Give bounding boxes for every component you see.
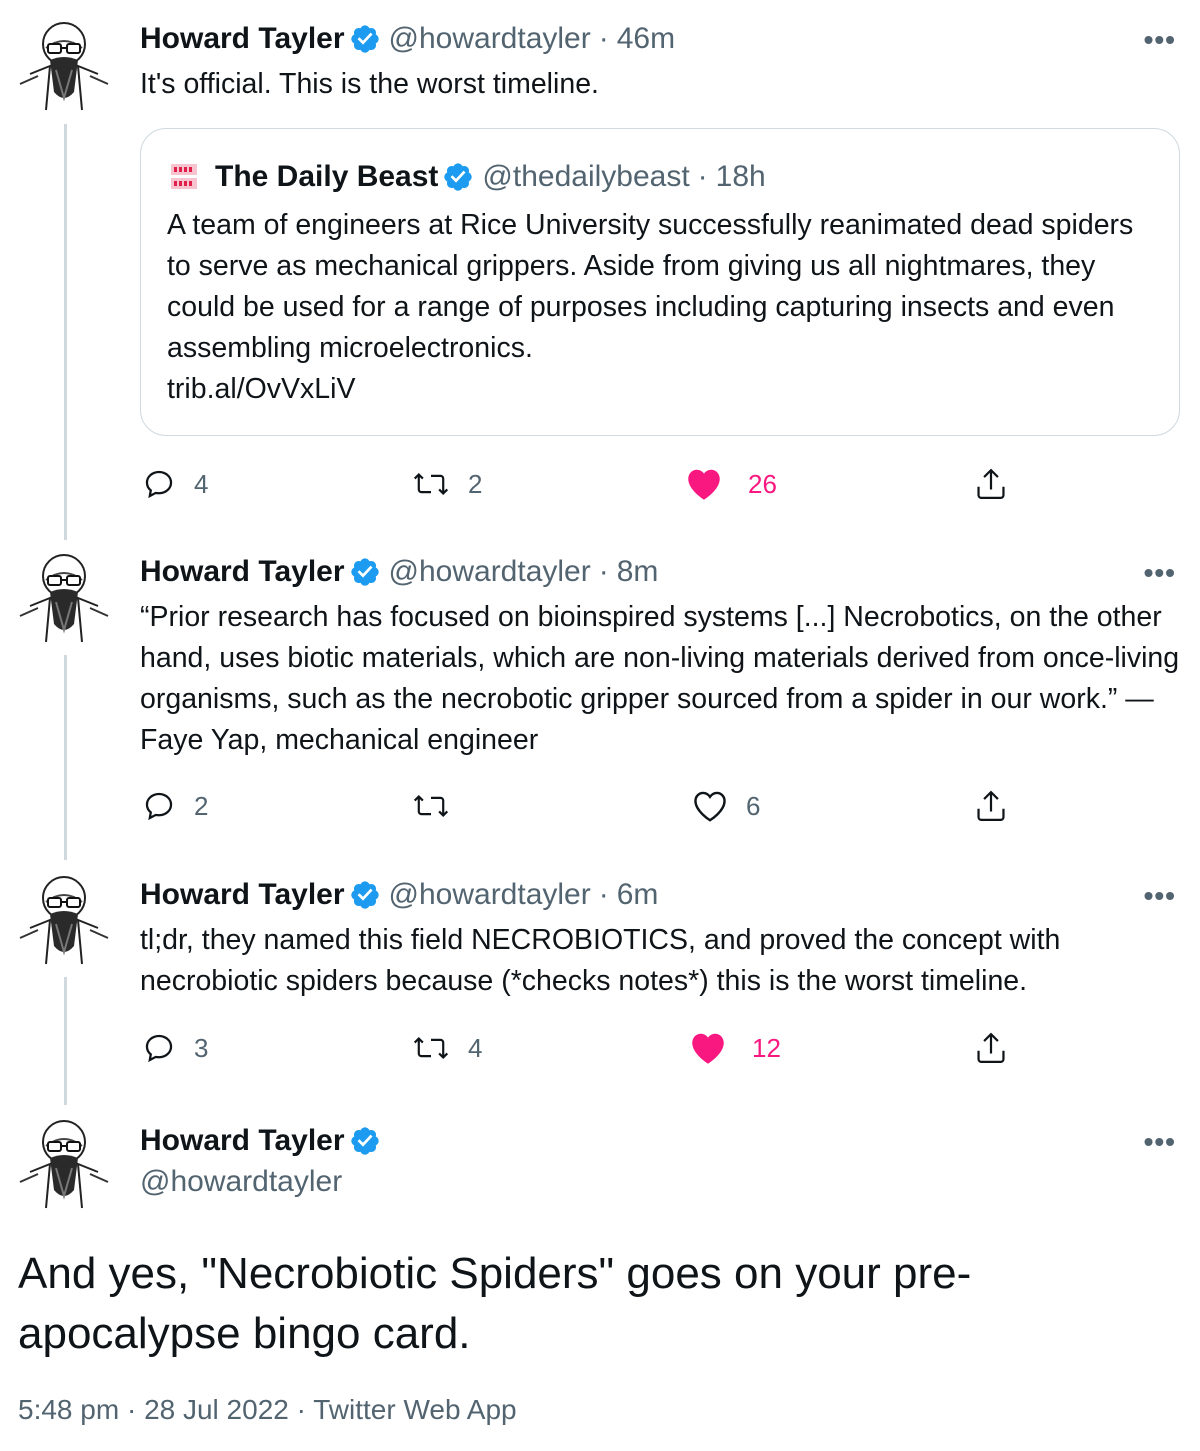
share-button[interactable] xyxy=(974,784,1008,828)
retweet-button[interactable]: 2 xyxy=(412,462,482,506)
retweet-button[interactable]: 4 xyxy=(412,1026,482,1070)
tweet-text: tl;dr, they named this field NECROBIOTIC… xyxy=(140,924,1061,997)
share-button[interactable] xyxy=(974,1026,1008,1070)
quote-link[interactable]: trib.al/OvVxLiV xyxy=(167,373,355,405)
separator: · xyxy=(296,1394,306,1425)
separator: · xyxy=(598,22,609,55)
reply-count: 2 xyxy=(194,790,209,821)
reply-icon xyxy=(145,1034,173,1063)
handle[interactable]: @howardtayler xyxy=(140,1165,342,1199)
separator: · xyxy=(697,160,708,193)
verified-badge-icon xyxy=(349,23,381,55)
timestamp[interactable]: 8m xyxy=(617,555,659,589)
share-icon xyxy=(977,468,1005,499)
daily-beast-logo xyxy=(167,160,201,194)
heart-icon xyxy=(694,791,726,822)
tweet-header: Howard Tayler @howardtayler · 8m xyxy=(140,554,658,590)
handle[interactable]: @howardtayler xyxy=(389,22,591,56)
quote-body: A team of engineers at Rice University s… xyxy=(167,209,1134,364)
like-count: 26 xyxy=(748,468,777,499)
separator: · xyxy=(598,878,609,911)
verified-badge-icon xyxy=(349,556,381,588)
tweet-header: Howard Tayler @howardtayler · 46m xyxy=(140,21,675,57)
reply-count: 4 xyxy=(194,468,209,499)
quoted-tweet[interactable]: The Daily Beast @thedailybeast · 18h A t… xyxy=(140,128,1180,436)
quote-handle[interactable]: @thedailybeast xyxy=(482,160,689,194)
reply-icon xyxy=(145,470,173,499)
like-button[interactable]: 12 xyxy=(690,1026,781,1070)
timestamp[interactable]: 46m xyxy=(617,22,675,56)
tweet-actions: 2 6 xyxy=(140,784,1040,828)
display-name[interactable]: Howard Tayler xyxy=(140,1124,345,1158)
more-icon[interactable]: ••• xyxy=(1144,24,1176,56)
heart-icon xyxy=(688,469,720,500)
like-count: 12 xyxy=(752,1032,781,1063)
main-tweet-text: And yes, "Necrobiotic Spiders" goes on y… xyxy=(18,1249,972,1358)
tweet-actions: 3 4 12 xyxy=(140,1026,1040,1070)
like-button[interactable]: 26 xyxy=(686,462,777,506)
avatar[interactable] xyxy=(16,868,112,968)
tweet-time[interactable]: 5:48 pm xyxy=(18,1394,119,1425)
verified-badge-icon xyxy=(349,879,381,911)
more-icon[interactable]: ••• xyxy=(1144,1126,1176,1158)
thread-line xyxy=(64,977,67,1105)
avatar[interactable] xyxy=(16,546,112,646)
like-button[interactable]: 6 xyxy=(692,784,760,828)
avatar[interactable] xyxy=(16,14,112,114)
main-tweet-header: Howard Tayler xyxy=(140,1123,389,1159)
retweet-icon xyxy=(413,472,449,496)
quote-display-name[interactable]: The Daily Beast xyxy=(215,160,438,194)
reply-button[interactable]: 4 xyxy=(142,462,208,506)
reply-button[interactable]: 2 xyxy=(142,784,208,828)
like-count: 6 xyxy=(746,790,761,821)
display-name[interactable]: Howard Tayler xyxy=(140,22,345,56)
separator: · xyxy=(598,555,609,588)
reply-icon xyxy=(145,792,173,821)
retweet-count: 2 xyxy=(468,468,483,499)
reply-button[interactable]: 3 xyxy=(142,1026,208,1070)
tweet-metadata: 5:48 pm · 28 Jul 2022 · Twitter Web App xyxy=(18,1394,517,1426)
heart-icon xyxy=(692,1033,724,1064)
thread-line xyxy=(64,655,67,860)
quote-text: A team of engineers at Rice University s… xyxy=(167,205,1157,410)
more-icon[interactable]: ••• xyxy=(1144,557,1176,589)
tweet-header: Howard Tayler @howardtayler · 6m xyxy=(140,877,658,913)
verified-badge-icon xyxy=(349,1125,381,1157)
verified-badge-icon xyxy=(442,161,474,193)
tweet-actions: 4 2 26 xyxy=(140,462,1040,506)
quote-header: The Daily Beast @thedailybeast · 18h xyxy=(167,159,766,195)
thread-line xyxy=(64,124,67,540)
retweet-count: 4 xyxy=(468,1032,483,1063)
reply-count: 3 xyxy=(194,1032,209,1063)
handle[interactable]: @howardtayler xyxy=(389,878,591,912)
retweet-icon xyxy=(413,794,449,818)
avatar[interactable] xyxy=(16,1112,112,1212)
separator: · xyxy=(126,1394,137,1425)
more-icon[interactable]: ••• xyxy=(1144,880,1176,912)
timestamp[interactable]: 6m xyxy=(617,878,659,912)
display-name[interactable]: Howard Tayler xyxy=(140,878,345,912)
retweet-icon xyxy=(413,1036,449,1060)
share-button[interactable] xyxy=(974,462,1008,506)
tweet-text: It's official. This is the worst timelin… xyxy=(140,68,599,100)
handle[interactable]: @howardtayler xyxy=(389,555,591,589)
tweet-date[interactable]: 28 Jul 2022 xyxy=(144,1394,289,1425)
retweet-button[interactable] xyxy=(412,784,468,828)
display-name[interactable]: Howard Tayler xyxy=(140,555,345,589)
quote-timestamp[interactable]: 18h xyxy=(716,160,766,194)
tweet-text: “Prior research has focused on bioinspir… xyxy=(140,601,1180,756)
tweet-source[interactable]: Twitter Web App xyxy=(313,1394,516,1425)
main-tweet-handle-row: @howardtayler xyxy=(140,1164,342,1200)
share-icon xyxy=(977,790,1005,821)
share-icon xyxy=(977,1032,1005,1063)
